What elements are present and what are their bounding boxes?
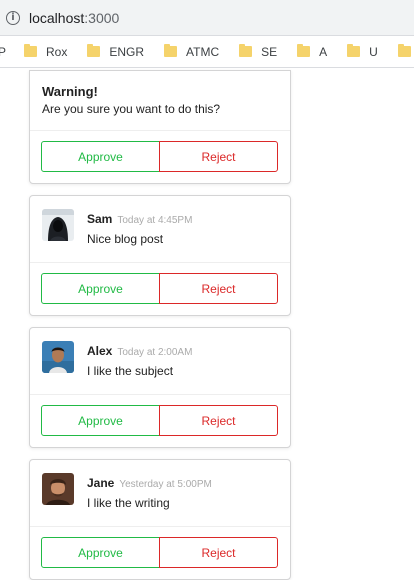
bookmark-p[interactable]: P: [0, 45, 6, 59]
approve-button[interactable]: Approve: [41, 141, 160, 172]
comment-time: Today at 4:45PM: [117, 215, 193, 226]
reject-button[interactable]: Reject: [159, 273, 278, 304]
warning-card: Warning! Are you sure you want to do thi…: [29, 70, 291, 184]
warning-content: Warning! Are you sure you want to do thi…: [30, 71, 290, 131]
bookmark-se[interactable]: SE: [239, 44, 278, 59]
bookmark-label: SE: [261, 44, 278, 59]
reject-button[interactable]: Reject: [159, 405, 278, 436]
bookmark-engr[interactable]: ENGR: [87, 44, 145, 59]
comment-author[interactable]: Jane: [87, 476, 114, 490]
approve-button[interactable]: Approve: [41, 273, 160, 304]
approve-button[interactable]: Approve: [41, 405, 160, 436]
comment-text: Nice blog post: [87, 232, 164, 246]
comment-actions: Approve Reject: [30, 395, 290, 447]
folder-icon: [397, 44, 411, 57]
bookmark-au[interactable]: AU: [397, 44, 414, 59]
avatar: [42, 209, 74, 241]
info-icon[interactable]: i: [6, 10, 20, 25]
comment-time: Today at 2:00AM: [117, 347, 193, 358]
bookmarks-bar: P Rox ENGR ATMC SE A U AU: [0, 36, 414, 68]
bookmark-rox[interactable]: Rox: [24, 44, 68, 59]
warning-message: Are you sure you want to do this?: [42, 102, 221, 116]
comment-card: Jane Yesterday at 5:00PM I like the writi…: [29, 459, 291, 580]
comment-actions: Approve Reject: [30, 263, 290, 315]
folder-icon: [24, 44, 38, 57]
comment-card: Sam Today at 4:45PM Nice blog post Approv…: [29, 195, 291, 316]
warning-actions: Approve Reject: [30, 131, 290, 183]
comment-text: I like the writing: [87, 496, 170, 510]
comment-author[interactable]: Alex: [87, 344, 112, 358]
url-host: localhost: [29, 9, 85, 26]
comment-author[interactable]: Sam: [87, 212, 112, 226]
comment-content: Jane Yesterday at 5:00PM I like the writi…: [30, 460, 290, 527]
avatar-hooded-figure-icon: [42, 209, 74, 241]
comment-card: Alex Today at 2:00AM I like the subject A…: [29, 327, 291, 448]
bookmark-atmc[interactable]: ATMC: [164, 44, 220, 59]
reject-button[interactable]: Reject: [159, 141, 278, 172]
approve-button[interactable]: Approve: [41, 537, 160, 568]
comment-content: Sam Today at 4:45PM Nice blog post: [30, 196, 290, 263]
comment-text: I like the subject: [87, 364, 174, 378]
reject-button[interactable]: Reject: [159, 537, 278, 568]
avatar: [42, 473, 74, 505]
comment-actions: Approve Reject: [30, 527, 290, 579]
comment-time: Yesterday at 5:00PM: [119, 479, 212, 490]
avatar-person-icon: [42, 473, 74, 505]
folder-icon: [347, 44, 361, 57]
warning-title: Warning!: [42, 84, 98, 99]
bookmark-label: ENGR: [109, 44, 145, 59]
folder-icon: [87, 44, 101, 57]
bookmark-u[interactable]: U: [347, 44, 378, 59]
avatar-person-icon: [42, 341, 74, 373]
card-list: Warning! Are you sure you want to do thi…: [29, 70, 291, 580]
bookmark-label: U: [369, 44, 378, 59]
bookmark-label: A: [319, 44, 328, 59]
bookmark-label: P: [0, 45, 6, 59]
bookmark-label: ATMC: [186, 44, 220, 59]
address-bar[interactable]: i localhost:3000: [0, 0, 414, 36]
bookmark-a[interactable]: A: [297, 44, 328, 59]
folder-icon: [164, 44, 178, 57]
url-port: :3000: [84, 9, 120, 26]
avatar: [42, 341, 74, 373]
folder-icon: [297, 44, 311, 57]
bookmark-label: Rox: [46, 44, 68, 59]
url-text[interactable]: localhost:3000: [29, 10, 119, 26]
comment-content: Alex Today at 2:00AM I like the subject: [30, 328, 290, 395]
folder-icon: [239, 44, 253, 57]
